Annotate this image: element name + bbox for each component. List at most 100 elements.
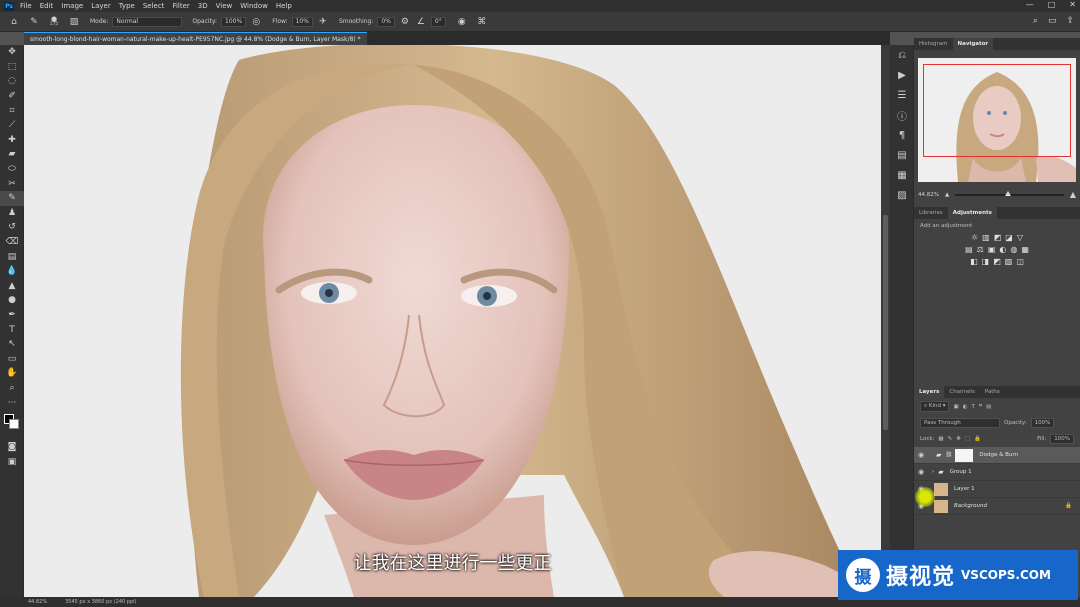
pressure-size-icon[interactable]: ◉ — [456, 16, 468, 28]
zoom-out-icon[interactable]: ▲ — [945, 192, 949, 198]
layer-comps-icon[interactable]: ▤ — [890, 145, 914, 165]
smoothing-field[interactable]: 0% — [377, 16, 395, 27]
exposure-icon[interactable]: ◪ — [1005, 233, 1013, 242]
layer-opacity-field[interactable]: 100% — [1030, 418, 1055, 428]
tab-navigator[interactable]: Navigator — [952, 38, 994, 50]
navigator-thumbnail[interactable] — [918, 58, 1076, 182]
zoom-slider[interactable] — [955, 190, 1064, 196]
black-white-icon[interactable]: ▣ — [988, 245, 996, 254]
threshold-icon[interactable]: ◩ — [993, 257, 1001, 266]
tab-channels[interactable]: Channels — [944, 386, 979, 398]
type-tool-icon[interactable]: T — [0, 322, 24, 337]
photo-filter-icon[interactable]: ◐ — [999, 245, 1006, 254]
menu-help[interactable]: Help — [276, 2, 292, 10]
filter-type-icon[interactable]: T — [972, 404, 975, 410]
filter-smart-icon[interactable]: ▤ — [986, 404, 991, 410]
patch-tool-icon[interactable]: ▰ — [0, 147, 24, 162]
clone-stamp-tool-icon[interactable]: ♟ — [0, 206, 24, 221]
workspace-icon[interactable]: ▭ — [1048, 16, 1057, 26]
document-tab[interactable]: smooth-long-blond-hair-woman-natural-mak… — [24, 32, 367, 45]
layer-mask-thumbnail[interactable] — [955, 448, 974, 462]
crop-tool-icon[interactable]: ⌗ — [0, 103, 24, 118]
brush-tool-icon[interactable]: ✎ — [0, 190, 24, 206]
blur-tool-icon[interactable]: 💧 — [0, 264, 24, 279]
swatches-panel-icon[interactable]: ▦ — [890, 165, 914, 185]
spot-heal-tool-icon[interactable]: ⬭ — [0, 162, 24, 177]
red-eye-tool-icon[interactable]: ✂ — [0, 176, 24, 191]
home-icon[interactable]: ⌂ — [8, 16, 20, 28]
color-swatches[interactable] — [0, 410, 24, 440]
move-tool-icon[interactable]: ✥ — [0, 45, 24, 60]
lock-all-icon[interactable]: 🔒 — [974, 436, 981, 442]
canvas-vertical-scrollbar[interactable] — [881, 45, 890, 597]
zoom-tool-icon[interactable]: ⌕ — [0, 381, 24, 396]
info-panel-icon[interactable]: ⓘ — [890, 105, 914, 125]
close-button[interactable]: ✕ — [1069, 0, 1076, 9]
screen-mode-icon[interactable]: ▣ — [0, 454, 24, 469]
mode-select[interactable]: Normal — [112, 16, 183, 27]
airbrush-icon[interactable]: ✈ — [317, 16, 329, 28]
layer-row[interactable]: ◉ Layer 1 — [914, 481, 1080, 498]
levels-icon[interactable]: ▥ — [982, 233, 990, 242]
shape-tool-icon[interactable]: ▭ — [0, 351, 24, 366]
tab-paths[interactable]: Paths — [980, 386, 1005, 398]
selective-color-icon[interactable]: ◫ — [1016, 257, 1024, 266]
brush-preset-picker[interactable]: ● 175 — [48, 15, 60, 28]
tab-libraries[interactable]: Libraries — [914, 207, 948, 219]
filter-shape-icon[interactable]: ⌗ — [979, 403, 982, 410]
chain-link-icon[interactable]: ⛓ — [945, 452, 952, 458]
scrollbar-thumb[interactable] — [883, 215, 888, 430]
blend-mode-select[interactable]: Pass Through — [920, 418, 1000, 428]
background-color-swatch[interactable] — [9, 418, 19, 429]
layer-thumbnail[interactable] — [934, 499, 948, 513]
healing-brush-tool-icon[interactable]: ✚ — [0, 133, 24, 148]
angle-field[interactable]: 0° — [430, 16, 446, 27]
curves-icon[interactable]: ◩ — [994, 233, 1002, 242]
navigator-view-box[interactable] — [923, 64, 1071, 157]
lock-position-icon[interactable]: ✥ — [956, 436, 961, 442]
navigator-zoom-value[interactable]: 44.82% — [918, 192, 939, 198]
visibility-eye-icon[interactable]: ◉ — [914, 468, 928, 476]
menu-file[interactable]: File — [20, 2, 32, 10]
menu-edit[interactable]: Edit — [40, 2, 54, 10]
actions-panel-icon[interactable]: ▶ — [890, 65, 914, 85]
gear-icon[interactable]: ⚙ — [399, 16, 411, 28]
status-doc-info[interactable]: 3545 px x 3860 px (240 ppi) — [65, 599, 136, 605]
flow-field[interactable]: 10% — [291, 16, 313, 27]
pen-tool-icon[interactable]: ✒ — [0, 308, 24, 323]
status-zoom[interactable]: 44.82% — [28, 599, 47, 605]
expand-arrow-icon[interactable]: › — [932, 469, 934, 475]
menu-select[interactable]: Select — [143, 2, 165, 10]
gradient-map-icon[interactable]: ▨ — [1005, 257, 1013, 266]
search-icon[interactable]: ⌕ — [1033, 16, 1038, 26]
color-lookup-icon[interactable]: ▦ — [1021, 245, 1029, 254]
document-canvas[interactable]: 让我在这里进行一些更正 — [24, 45, 881, 597]
marquee-tool-icon[interactable]: ⬚ — [0, 60, 24, 75]
menu-window[interactable]: Window — [240, 2, 268, 10]
quick-select-tool-icon[interactable]: ✐ — [0, 89, 24, 104]
layer-row[interactable]: ◉ › ▰ Group 1 — [914, 464, 1080, 481]
layer-row[interactable]: ◉ ▰ ⛓ Dodge & Burn — [914, 447, 1080, 464]
lock-artboard-icon[interactable]: ⬚ — [965, 436, 970, 442]
opacity-field[interactable]: 100% — [221, 16, 247, 27]
filter-adjustment-icon[interactable]: ◐ — [963, 404, 968, 410]
share-icon[interactable]: ⇪ — [1066, 16, 1074, 26]
layer-thumbnail[interactable] — [934, 482, 948, 496]
brush-settings-icon[interactable]: ▧ — [68, 16, 80, 28]
history-brush-tool-icon[interactable]: ↺ — [0, 220, 24, 235]
lock-transparent-icon[interactable]: ▦ — [938, 436, 943, 442]
lasso-tool-icon[interactable]: ◌ — [0, 74, 24, 89]
symmetry-icon[interactable]: ⌘ — [476, 16, 488, 28]
hue-saturation-icon[interactable]: ▤ — [965, 245, 973, 254]
posterize-icon[interactable]: ◨ — [982, 257, 990, 266]
tab-layers[interactable]: Layers — [914, 386, 945, 398]
tab-adjustments[interactable]: Adjustments — [947, 207, 997, 219]
properties-panel-icon[interactable]: ☰ — [890, 85, 914, 105]
history-panel-icon[interactable]: ⎌ — [890, 45, 914, 65]
menu-image[interactable]: Image — [61, 2, 83, 10]
brush-tool-icon[interactable]: ✎ — [28, 16, 40, 28]
burn-tool-icon[interactable]: ● — [0, 293, 24, 308]
vibrance-icon[interactable]: ▽ — [1017, 233, 1023, 242]
layer-kind-filter[interactable]: ⌕ Kind ▾ — [920, 401, 950, 412]
menu-3d[interactable]: 3D — [198, 2, 208, 10]
